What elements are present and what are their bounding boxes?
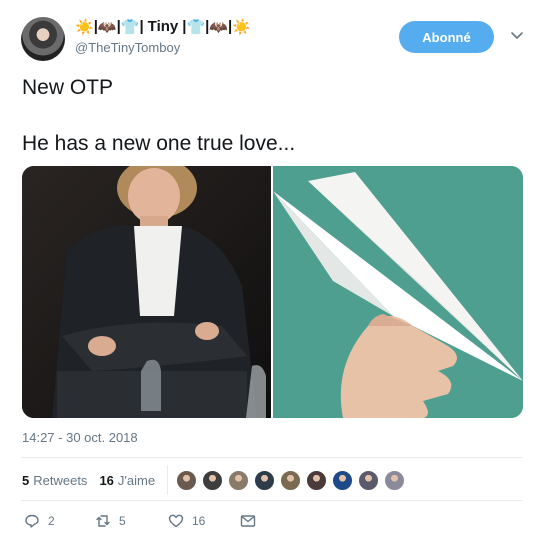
tweet-line: He has a new one true love... [22,132,296,155]
sun-emoji: ☀️ [75,18,94,36]
direct-message-button[interactable] [240,513,264,529]
shirt-emoji: 👕 [186,18,206,36]
reply-count: 2 [48,514,55,528]
tweet-line: New OTP [22,76,114,99]
heart-icon [168,514,184,528]
bat-emoji: 🦇 [97,18,117,36]
retweet-count: 5 [119,514,126,528]
envelope-icon [240,515,256,527]
retweets-label: Retweets [33,472,88,488]
following-button[interactable]: Abonné [399,21,494,53]
like-count: 16 [192,514,206,528]
liker-avatar[interactable] [228,469,250,491]
bat-emoji: 🦇 [209,18,229,36]
like-button[interactable]: 16 [168,513,205,529]
liker-avatar[interactable] [280,469,302,491]
retweets-count: 5 [22,472,30,488]
author-handle[interactable]: @TheTinyTomboy [75,40,180,55]
author-name: Tiny [147,18,179,35]
display-name[interactable]: ☀️ | 🦇 | 👕 | Tiny | 👕 | 🦇 | ☀️ [75,17,251,37]
liker-avatar[interactable] [306,469,328,491]
photo-man-seated[interactable] [22,166,271,418]
reply-icon [25,514,39,528]
tweet-header: ☀️ | 🦇 | 👕 | Tiny | 👕 | 🦇 | ☀️ @TheTinyT… [21,15,531,63]
retweet-icon [96,515,110,527]
shirt-emoji: 👕 [120,18,140,36]
chevron-down-icon[interactable] [509,27,525,43]
likes-label: J'aime [117,472,156,488]
media-grid [22,166,523,418]
sun-emoji: ☀️ [232,18,251,36]
retweet-button[interactable]: 5 [95,513,126,529]
divider [21,457,522,458]
name-separator: | [139,18,144,35]
divider [21,500,522,501]
photo-paper-airplane[interactable] [273,166,523,418]
liker-avatar[interactable] [176,469,198,491]
engagement-stats: 5 Retweets 16 J'aime [22,460,522,500]
tweet-timestamp[interactable]: 14:27 - 30 oct. 2018 [22,430,138,445]
liker-avatar[interactable] [332,469,354,491]
avatar[interactable] [21,17,65,61]
likes-count: 16 [99,472,114,488]
tweet-actions: 2 5 16 [22,510,522,532]
likes-stat[interactable]: 16 J'aime [99,473,155,488]
retweets-stat[interactable]: 5 Retweets [22,473,87,488]
tweet-text: New OTP He has a new one true love... [22,74,522,158]
liker-avatars [176,469,410,491]
liker-avatar[interactable] [254,469,276,491]
liker-avatar[interactable] [384,469,406,491]
liker-avatar[interactable] [202,469,224,491]
reply-button[interactable]: 2 [24,513,55,529]
liker-avatar[interactable] [358,469,380,491]
stat-separator [167,465,169,495]
